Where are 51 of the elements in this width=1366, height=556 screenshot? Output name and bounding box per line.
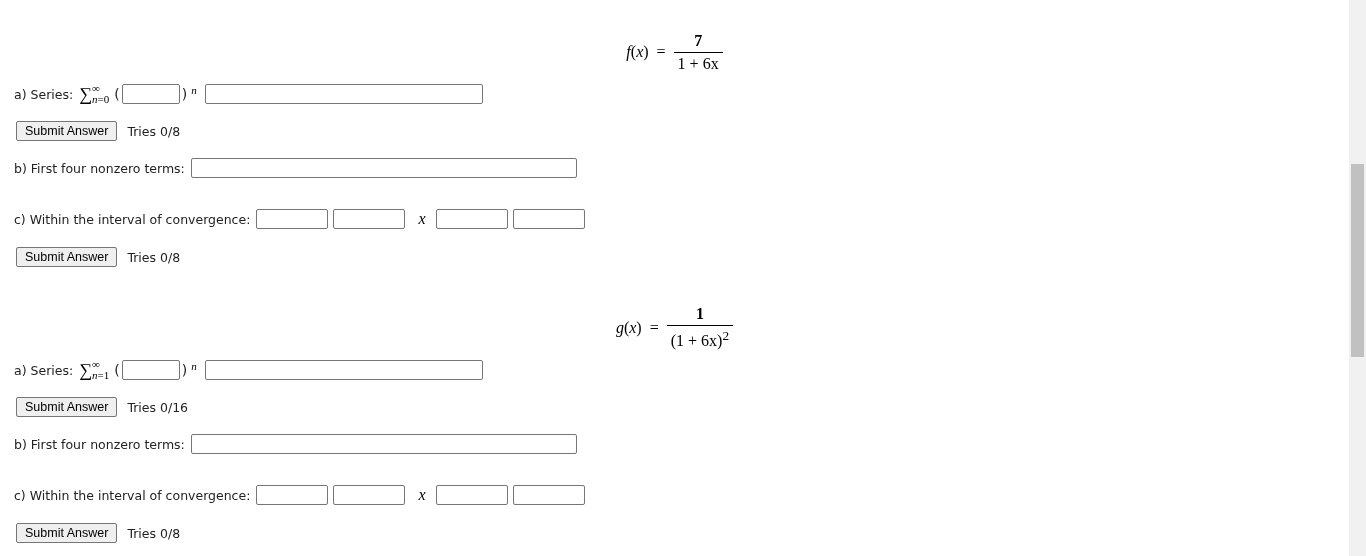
coefficient-input-field[interactable] <box>204 360 483 380</box>
interval-label: c) Within the interval of convergence: <box>14 211 251 227</box>
ratio-input-field[interactable] <box>121 360 180 380</box>
submit-answer-button[interactable]: Submit Answer <box>16 523 118 543</box>
terms-input-field[interactable] <box>190 158 577 178</box>
coefficient-input-field[interactable] <box>204 84 483 104</box>
sigma-symbol: ∑ <box>79 83 92 105</box>
open-paren: ( <box>114 362 120 378</box>
variable-x: x <box>418 486 426 504</box>
sigma-symbol: ∑ <box>79 359 92 381</box>
function-name: f(x) <box>626 43 649 61</box>
series-label: a) Series: <box>14 86 74 102</box>
fraction-numerator: 1 <box>694 305 705 325</box>
equals-sign: = <box>656 43 666 61</box>
submit-answer-button[interactable]: Submit Answer <box>16 121 118 141</box>
scrollbar-thumb[interactable] <box>1351 164 1364 357</box>
interval-label: c) Within the interval of convergence: <box>14 487 251 503</box>
series-label: a) Series: <box>14 362 74 378</box>
exponent: n <box>191 360 197 372</box>
interval-input-field[interactable] <box>435 209 508 229</box>
interval-input-field[interactable] <box>256 485 329 505</box>
tries-counter: Tries 0/8 <box>127 249 181 265</box>
interval-input-field[interactable] <box>333 485 406 505</box>
tries-counter: Tries 0/16 <box>127 399 189 415</box>
sum-lower-limit: n=0 <box>92 94 110 105</box>
sum-upper-limit: ∞ <box>92 83 101 94</box>
interval-input-field[interactable] <box>333 209 406 229</box>
sum-upper-limit: ∞ <box>92 359 101 370</box>
close-paren: ) <box>181 362 188 378</box>
variable-x: x <box>418 210 426 228</box>
terms-label: b) First four nonzero terms: <box>14 160 185 176</box>
interval-input-field[interactable] <box>256 209 329 229</box>
terms-input-field[interactable] <box>190 434 577 454</box>
interval-input-field[interactable] <box>512 209 585 229</box>
tries-counter: Tries 0/8 <box>127 525 181 541</box>
ratio-input-field[interactable] <box>121 84 180 104</box>
open-paren: ( <box>114 86 120 102</box>
close-paren: ) <box>181 86 188 102</box>
interval-input-field[interactable] <box>512 485 585 505</box>
equals-sign: = <box>649 319 659 337</box>
exponent: n <box>191 84 197 96</box>
tries-counter: Tries 0/8 <box>127 123 181 139</box>
fraction-denominator: 1 + 6x <box>673 51 723 73</box>
fraction-numerator: 7 <box>693 31 704 51</box>
function-name: g(x) <box>615 319 642 337</box>
interval-input-field[interactable] <box>435 485 508 505</box>
terms-label: b) First four nonzero terms: <box>14 436 185 452</box>
fraction-denominator: (1 + 6x)$^{2}$ <box>666 325 734 351</box>
sum-lower-limit: n=1 <box>92 370 110 381</box>
submit-answer-button[interactable]: Submit Answer <box>16 397 118 417</box>
submit-answer-button[interactable]: Submit Answer <box>16 247 118 267</box>
